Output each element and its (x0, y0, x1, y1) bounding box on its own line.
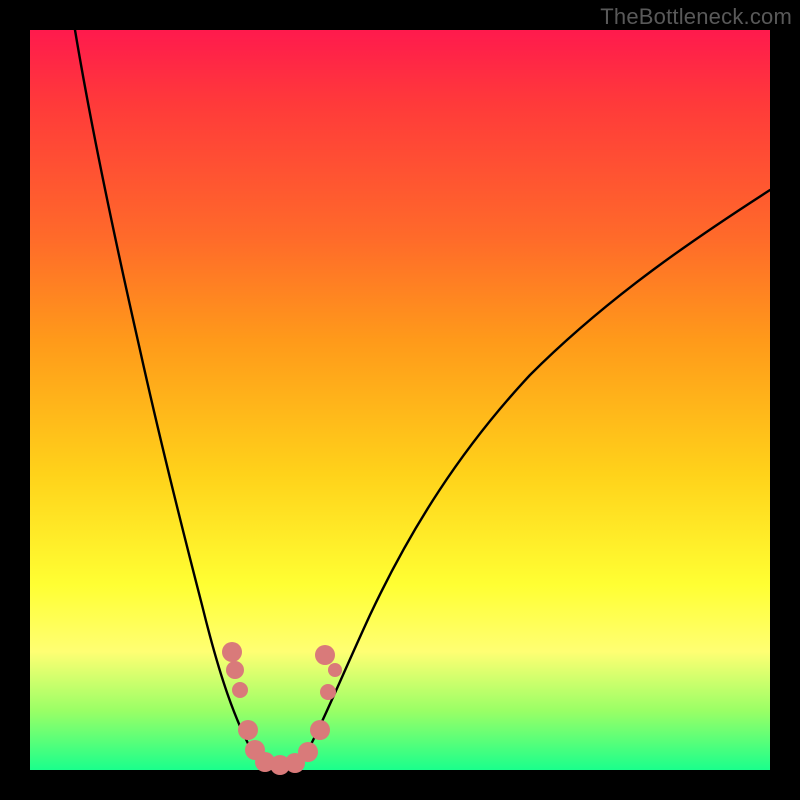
watermark-text: TheBottleneck.com (600, 4, 792, 30)
valley-markers (222, 642, 342, 775)
curve-layer (30, 30, 770, 770)
chart-frame: TheBottleneck.com (0, 0, 800, 800)
plot-area (30, 30, 770, 770)
right-curve (300, 190, 770, 765)
